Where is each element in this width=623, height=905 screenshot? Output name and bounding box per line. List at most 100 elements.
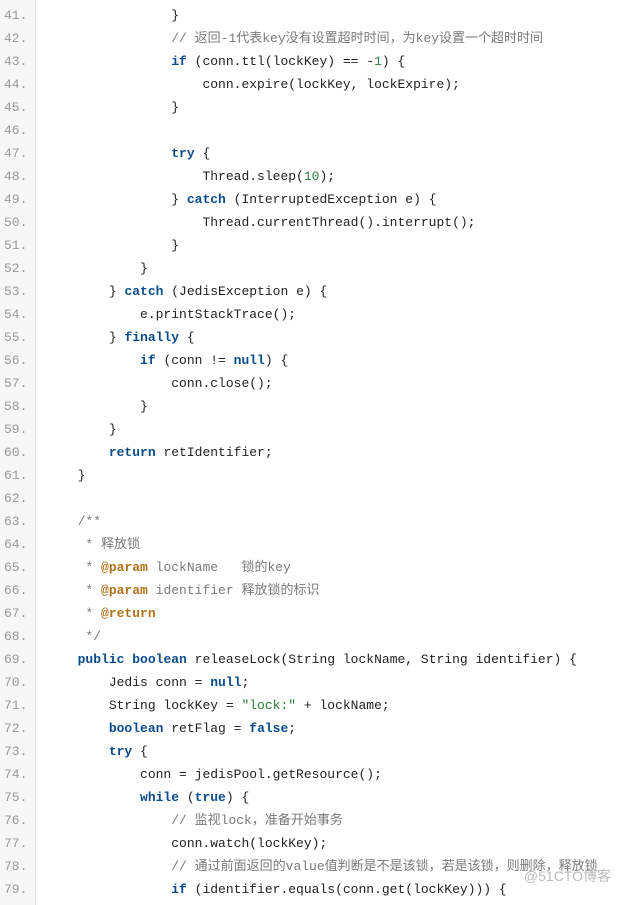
token: { bbox=[132, 744, 148, 759]
code-editor-viewport: 41.42.43.44.45.46.47.48.49.50.51.52.53.5… bbox=[0, 0, 623, 905]
code-line: if (conn != null) { bbox=[46, 349, 623, 372]
line-number: 73. bbox=[4, 740, 27, 763]
token: conn.watch(lockKey); bbox=[171, 836, 327, 851]
line-number: 59. bbox=[4, 418, 27, 441]
line-number: 55. bbox=[4, 326, 27, 349]
token: catch bbox=[187, 192, 226, 207]
line-number: 54. bbox=[4, 303, 27, 326]
code-line: e.printStackTrace(); bbox=[46, 303, 623, 326]
code-line: // 监视lock，准备开始事务 bbox=[46, 809, 623, 832]
token: // 返回-1代表key没有设置超时时间，为key设置一个超时时间 bbox=[171, 31, 543, 46]
line-number: 63. bbox=[4, 510, 27, 533]
code-line: conn.watch(lockKey); bbox=[46, 832, 623, 855]
line-number: 53. bbox=[4, 280, 27, 303]
token: false bbox=[249, 721, 288, 736]
code-line: try { bbox=[46, 740, 623, 763]
code-line: } catch (InterruptedException e) { bbox=[46, 188, 623, 211]
code-line: } finally { bbox=[46, 326, 623, 349]
token: true bbox=[195, 790, 226, 805]
token: } bbox=[171, 100, 179, 115]
watermark-text: @51CTO博客 bbox=[524, 864, 611, 889]
token: + lockName; bbox=[296, 698, 390, 713]
token: conn.close(); bbox=[171, 376, 272, 391]
token: * 释放锁 bbox=[85, 537, 140, 552]
token: retFlag = bbox=[163, 721, 249, 736]
line-number: 74. bbox=[4, 763, 27, 786]
token: lockName 锁的key bbox=[148, 560, 291, 575]
line-number: 75. bbox=[4, 786, 27, 809]
token: (conn.ttl(lockKey) == - bbox=[187, 54, 374, 69]
token: * bbox=[85, 606, 101, 621]
code-line: } catch (JedisException e) { bbox=[46, 280, 623, 303]
token: ; bbox=[241, 675, 249, 690]
token: ); bbox=[319, 169, 335, 184]
token: public bbox=[78, 652, 125, 667]
token: ( bbox=[179, 790, 195, 805]
token: boolean bbox=[132, 652, 187, 667]
line-number: 58. bbox=[4, 395, 27, 418]
code-line: * @param identifier 释放锁的标识 bbox=[46, 579, 623, 602]
token: while bbox=[140, 790, 179, 805]
token: { bbox=[195, 146, 211, 161]
token: } bbox=[109, 330, 125, 345]
token: if bbox=[171, 882, 187, 897]
code-line: } bbox=[46, 395, 623, 418]
code-line: conn.expire(lockKey, lockExpire); bbox=[46, 73, 623, 96]
token: Thread.sleep( bbox=[202, 169, 303, 184]
line-number: 57. bbox=[4, 372, 27, 395]
line-number: 71. bbox=[4, 694, 27, 717]
code-line: * 释放锁 bbox=[46, 533, 623, 556]
line-number: 44. bbox=[4, 73, 27, 96]
code-line: * @return bbox=[46, 602, 623, 625]
code-line: return retIdentifier; bbox=[46, 441, 623, 464]
code-line: */ bbox=[46, 625, 623, 648]
code-line: Thread.sleep(10); bbox=[46, 165, 623, 188]
code-line: conn = jedisPool.getResource(); bbox=[46, 763, 623, 786]
token: */ bbox=[85, 629, 101, 644]
token: } bbox=[171, 192, 187, 207]
line-number: 62. bbox=[4, 487, 27, 510]
token: try bbox=[109, 744, 132, 759]
code-line: if (conn.ttl(lockKey) == -1) { bbox=[46, 50, 623, 73]
line-number: 76. bbox=[4, 809, 27, 832]
line-number: 50. bbox=[4, 211, 27, 234]
token: } bbox=[171, 8, 179, 23]
line-number: 45. bbox=[4, 96, 27, 119]
token: releaseLock(String lockName, String iden… bbox=[187, 652, 577, 667]
line-number: 68. bbox=[4, 625, 27, 648]
line-number: 67. bbox=[4, 602, 27, 625]
token: } bbox=[109, 422, 117, 437]
line-number: 70. bbox=[4, 671, 27, 694]
token: retIdentifier; bbox=[156, 445, 273, 460]
code-line: Thread.currentThread().interrupt(); bbox=[46, 211, 623, 234]
line-number: 66. bbox=[4, 579, 27, 602]
token: if bbox=[140, 353, 156, 368]
code-line: } bbox=[46, 4, 623, 27]
code-line: } bbox=[46, 234, 623, 257]
code-line: boolean retFlag = false; bbox=[46, 717, 623, 740]
token: null bbox=[234, 353, 265, 368]
line-number: 65. bbox=[4, 556, 27, 579]
token: } bbox=[140, 261, 148, 276]
line-number: 48. bbox=[4, 165, 27, 188]
token: try bbox=[171, 146, 194, 161]
token: } bbox=[109, 284, 125, 299]
line-number: 61. bbox=[4, 464, 27, 487]
code-line: } bbox=[46, 257, 623, 280]
token: (JedisException e) { bbox=[163, 284, 327, 299]
token: ) { bbox=[226, 790, 249, 805]
line-number: 56. bbox=[4, 349, 27, 372]
token: 10 bbox=[304, 169, 320, 184]
line-number: 69. bbox=[4, 648, 27, 671]
token: catch bbox=[124, 284, 163, 299]
token: conn = jedisPool.getResource(); bbox=[140, 767, 382, 782]
line-number-gutter: 41.42.43.44.45.46.47.48.49.50.51.52.53.5… bbox=[0, 0, 36, 905]
line-number: 41. bbox=[4, 4, 27, 27]
line-number: 72. bbox=[4, 717, 27, 740]
token: { bbox=[179, 330, 195, 345]
token: ) { bbox=[265, 353, 288, 368]
token: conn.expire(lockKey, lockExpire); bbox=[202, 77, 459, 92]
token: * bbox=[85, 560, 101, 575]
code-line: while (true) { bbox=[46, 786, 623, 809]
code-line bbox=[46, 119, 623, 142]
